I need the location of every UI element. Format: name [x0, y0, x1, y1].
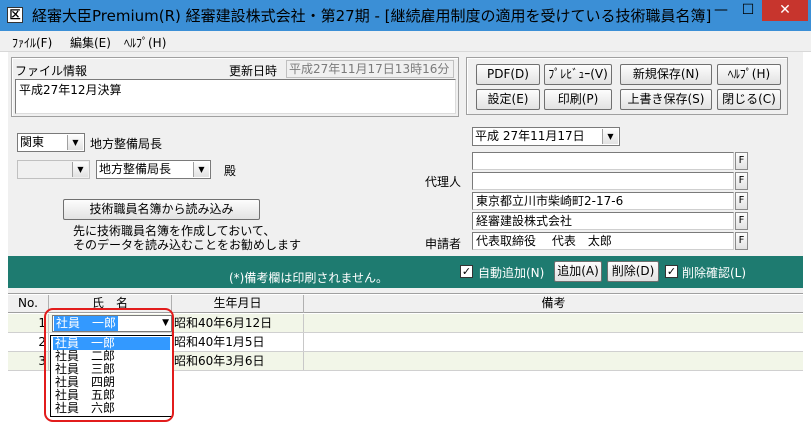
window-title: 経審大臣Premium(R) 経審建設株式会社・第27期 - [継続雇用制度の適… [32, 7, 712, 25]
honorific-label: 殿 [224, 164, 237, 178]
minimize-button[interactable]: — [707, 0, 735, 21]
agent-line2-font-button[interactable]: F [735, 172, 748, 190]
updated-datetime: 平成27年11月17日13時16分 [286, 60, 454, 78]
chevron-down-icon[interactable]: ▼ [193, 162, 209, 177]
import-hint-line2: そのデータを読み込むことをお勧めします [73, 238, 302, 252]
add-row-button[interactable]: 追加(A) [554, 261, 602, 282]
highlight-annotation [44, 308, 174, 422]
agent-line2-field[interactable] [472, 172, 734, 190]
print-button[interactable]: 印刷(P) [544, 89, 612, 110]
col-note: 備考 [541, 296, 566, 310]
title-combo[interactable]: 地方整備局長 ▼ [96, 160, 211, 179]
chevron-down-icon[interactable]: ▼ [72, 162, 88, 177]
menu-bar: ﾌｧｲﾙ(F) 編集(E) ﾍﾙﾌﾟ(H) [0, 31, 811, 52]
updated-label: 更新日時 [229, 64, 278, 78]
import-staff-button[interactable]: 技術職員名簿から読み込み [63, 199, 260, 220]
application-date-value: 平成 27年11月17日 [475, 129, 585, 143]
file-info-label: ファイル情報 [15, 64, 88, 78]
delete-row-button[interactable]: 削除(D) [607, 261, 659, 282]
app-icon[interactable]: 区 [7, 7, 23, 23]
applicant-label: 申請者 [425, 237, 462, 251]
confirm-delete-checkbox[interactable]: ✓ [665, 265, 678, 278]
title-combo-value: 地方整備局長 [99, 162, 172, 176]
agent-line1-font-button[interactable]: F [735, 152, 748, 170]
help-button[interactable]: ﾍﾙﾌﾟ(H) [717, 64, 781, 85]
row-no: 2 [8, 333, 49, 351]
region-suffix: 地方整備局長 [90, 137, 163, 151]
auto-add-checkbox[interactable]: ✓ [460, 265, 473, 278]
close-button[interactable]: 閉じる(C) [717, 89, 781, 110]
address-font-button[interactable]: F [735, 192, 748, 210]
row-note[interactable] [304, 333, 803, 351]
agent-label: 代理人 [425, 175, 462, 189]
notice-text: (*)備考欄は印刷されません。 [229, 271, 389, 285]
overwrite-save-button[interactable]: 上書き保存(S) [620, 89, 712, 110]
menu-file[interactable]: ﾌｧｲﾙ(F) [12, 34, 52, 51]
save-new-button[interactable]: 新規保存(N) [620, 64, 712, 85]
col-dob: 生年月日 [172, 295, 304, 313]
confirm-delete-label[interactable]: 削除確認(L) [682, 264, 746, 281]
row-no: 3 [8, 352, 49, 370]
menu-edit[interactable]: 編集(E) [70, 34, 111, 51]
chevron-down-icon[interactable]: ▼ [602, 129, 618, 144]
row-dob[interactable]: 昭和40年6月12日 [172, 314, 304, 332]
menu-help[interactable]: ﾍﾙﾌﾟ(H) [124, 34, 166, 51]
representative-font-button[interactable]: F [735, 232, 748, 250]
maximize-button[interactable]: ☐ [735, 0, 761, 21]
settings-button[interactable]: 設定(E) [476, 89, 540, 110]
region-combo[interactable]: 関東 ▼ [17, 133, 85, 152]
memo-field[interactable]: 平成27年12月決算 [15, 79, 456, 114]
company-field[interactable]: 経審建設株式会社 [472, 212, 734, 230]
address-field[interactable]: 東京都立川市柴崎町2-17-6 [472, 192, 734, 210]
preview-button[interactable]: ﾌﾟﾚﾋﾞｭｰ(V) [544, 64, 612, 85]
row-note[interactable] [304, 352, 803, 370]
row-dob[interactable]: 昭和40年1月5日 [172, 333, 304, 351]
title-bar[interactable]: 区 経審大臣Premium(R) 経審建設株式会社・第27期 - [継続雇用制度… [0, 0, 811, 31]
region-combo-value: 関東 [20, 135, 45, 149]
auto-add-label[interactable]: 自動追加(N) [478, 264, 544, 281]
close-window-button[interactable]: ✕ [762, 0, 808, 21]
office-combo[interactable]: ▼ [17, 160, 90, 179]
company-font-button[interactable]: F [735, 212, 748, 230]
row-dob[interactable]: 昭和60年3月6日 [172, 352, 304, 370]
row-note[interactable] [304, 314, 803, 332]
chevron-down-icon[interactable]: ▼ [67, 135, 83, 150]
pdf-button[interactable]: PDF(D) [476, 64, 540, 85]
row-no: 1 [8, 314, 49, 332]
agent-line1-field[interactable] [472, 152, 734, 170]
col-no: No. [8, 295, 49, 313]
application-date-combo[interactable]: 平成 27年11月17日 ▼ [472, 127, 620, 146]
representative-field[interactable]: 代表取締役 代表 太郎 [472, 232, 734, 250]
